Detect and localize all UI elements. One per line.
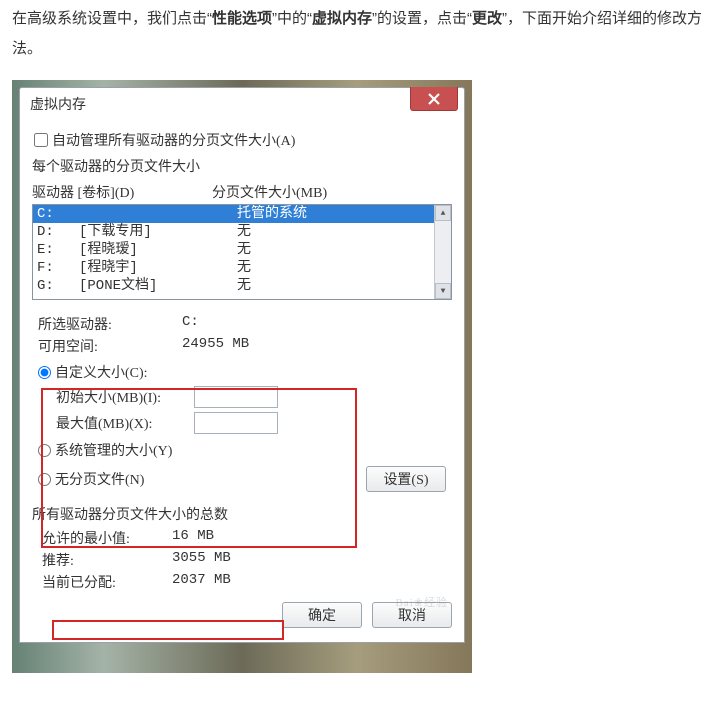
scroll-up-button[interactable]: ▲ — [435, 205, 451, 221]
custom-size-label: 自定义大小(C): — [55, 362, 148, 382]
bold-text: 虚拟内存 — [312, 10, 372, 27]
drive-page-size-group: 每个驱动器的分页文件大小 驱动器 [卷标](D) 分页文件大小(MB) C: 托… — [32, 156, 452, 496]
max-size-label: 最大值(MB)(X): — [56, 413, 194, 433]
drive-label: G: [PONE文档] — [37, 277, 237, 295]
scroll-down-button[interactable]: ▼ — [435, 283, 451, 299]
initial-size-input[interactable] — [194, 386, 278, 408]
bold-text: 更改 — [472, 10, 502, 27]
article-paragraph: 在高级系统设置中，我们点击“性能选项”中的“虚拟内存”的设置，点击“更改”，下面… — [0, 0, 715, 80]
drive-row[interactable]: F: [程晓宇] 无 — [33, 259, 434, 277]
drive-list[interactable]: C: 托管的系统 D: [下载专用] 无 E: [程晓瑷] 无 F: — [32, 204, 452, 300]
current-value: 2037 MB — [172, 572, 231, 592]
selected-drive-value: C: — [182, 314, 199, 334]
drive-label: F: [程晓宇] — [37, 259, 237, 277]
col-drive-header: 驱动器 [卷标](D) — [32, 182, 212, 202]
drive-label: D: [下载专用] — [37, 223, 237, 241]
totals-section: 所有驱动器分页文件大小的总数 允许的最小值: 16 MB 推荐: 3055 MB… — [32, 504, 452, 592]
set-button[interactable]: 设置(S) — [366, 466, 446, 492]
free-space-label: 可用空间: — [38, 336, 182, 356]
min-value: 16 MB — [172, 528, 214, 548]
dialog-footer: Bai❀经验 确定 取消 — [32, 592, 452, 628]
system-managed-label: 系统管理的大小(Y) — [55, 440, 172, 460]
drive-value: 托管的系统 — [237, 205, 307, 223]
drive-value: 无 — [237, 259, 251, 277]
drive-label: C: — [37, 205, 237, 223]
dialog-titlebar: 虚拟内存 — [20, 88, 464, 124]
dialog-title: 虚拟内存 — [30, 94, 86, 114]
close-button[interactable] — [410, 87, 458, 111]
auto-manage-label: 自动管理所有驱动器的分页文件大小(A) — [52, 130, 295, 150]
drive-row[interactable]: E: [程晓瑷] 无 — [33, 241, 434, 259]
free-space-value: 24955 MB — [182, 336, 249, 356]
recommended-label: 推荐: — [42, 550, 172, 570]
ok-button[interactable]: 确定 — [282, 602, 362, 628]
close-icon — [427, 92, 441, 106]
text: ”中的“ — [272, 10, 312, 27]
dialog-body: 自动管理所有驱动器的分页文件大小(A) 每个驱动器的分页文件大小 驱动器 [卷标… — [20, 124, 464, 642]
drive-row[interactable]: D: [下载专用] 无 — [33, 223, 434, 241]
scrollbar[interactable]: ▲ ▼ — [434, 205, 451, 299]
virtual-memory-dialog: 虚拟内存 自动管理所有驱动器的分页文件大小(A) 每个驱动器的分页文件大小 驱动… — [19, 87, 465, 643]
drive-value: 无 — [237, 277, 251, 295]
drive-group-title: 每个驱动器的分页文件大小 — [32, 156, 452, 176]
no-paging-radio[interactable] — [38, 473, 51, 486]
totals-title: 所有驱动器分页文件大小的总数 — [32, 504, 452, 524]
max-size-input[interactable] — [194, 412, 278, 434]
column-headers: 驱动器 [卷标](D) 分页文件大小(MB) — [32, 182, 452, 202]
auto-manage-checkbox[interactable] — [34, 133, 48, 147]
drive-row[interactable]: C: 托管的系统 — [33, 205, 434, 223]
col-page-header: 分页文件大小(MB) — [212, 182, 327, 202]
no-paging-label: 无分页文件(N) — [55, 469, 144, 489]
cancel-button[interactable]: 取消 — [372, 602, 452, 628]
desktop-background: 虚拟内存 自动管理所有驱动器的分页文件大小(A) 每个驱动器的分页文件大小 驱动… — [12, 80, 472, 673]
drive-value: 无 — [237, 241, 251, 259]
selected-drive-label: 所选驱动器: — [38, 314, 182, 334]
text: ”的设置，点击“ — [372, 10, 472, 27]
min-label: 允许的最小值: — [42, 528, 172, 548]
custom-size-radio[interactable] — [38, 366, 51, 379]
recommended-value: 3055 MB — [172, 550, 231, 570]
text: 在高级系统设置中，我们点击“ — [12, 10, 212, 27]
current-label: 当前已分配: — [42, 572, 172, 592]
bold-text: 性能选项 — [212, 10, 272, 27]
initial-size-label: 初始大小(MB)(I): — [56, 387, 194, 407]
drive-row[interactable]: G: [PONE文档] 无 — [33, 277, 434, 295]
drive-label: E: [程晓瑷] — [37, 241, 237, 259]
system-managed-radio[interactable] — [38, 444, 51, 457]
drive-value: 无 — [237, 223, 251, 241]
